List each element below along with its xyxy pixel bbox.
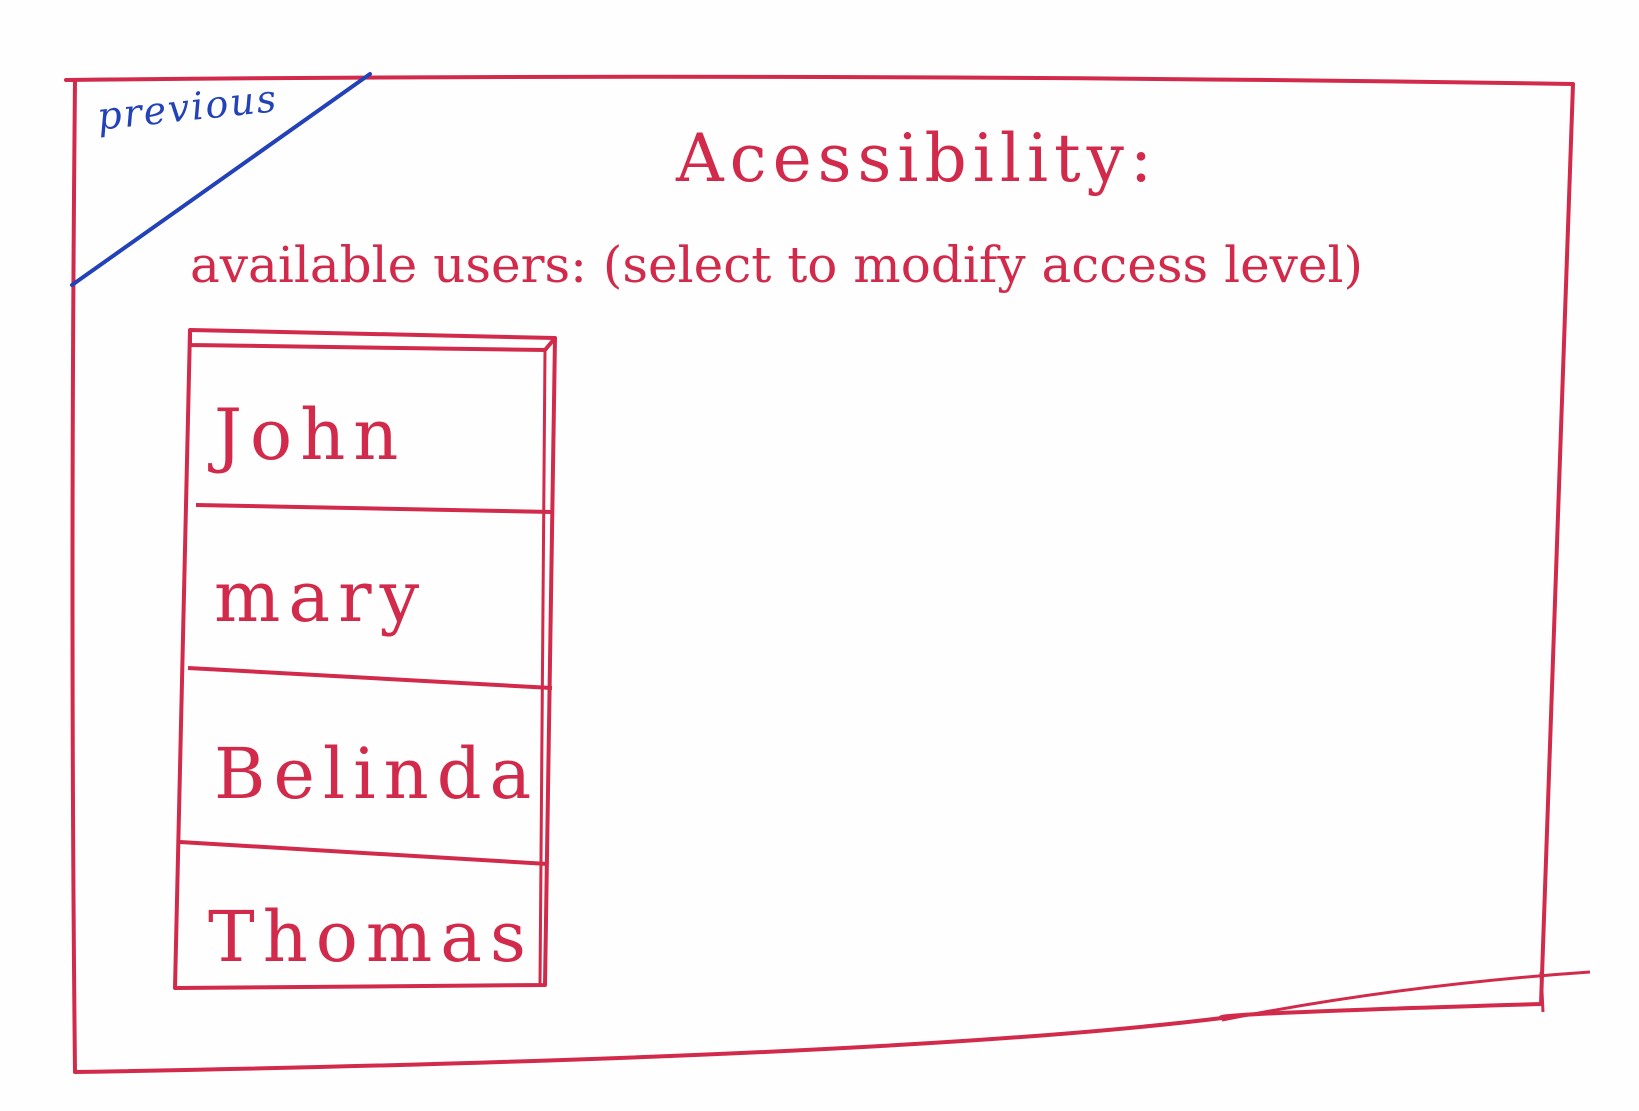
user-item-belinda[interactable]: Belinda: [178, 683, 543, 853]
available-users-list: John mary Belinda Thomas: [178, 338, 543, 988]
user-name: mary: [214, 556, 428, 638]
user-item-mary[interactable]: mary: [178, 516, 543, 686]
list-instructions: available users: (select to modify acces…: [190, 236, 1363, 294]
user-item-john[interactable]: John: [178, 350, 543, 520]
wireframe-page: previous Acessibility: available users: …: [0, 0, 1639, 1111]
user-item-thomas[interactable]: Thomas: [178, 858, 543, 1028]
user-name: John: [214, 394, 407, 476]
page-title: Acessibility:: [676, 120, 1159, 197]
user-name: Thomas: [208, 896, 534, 978]
user-name: Belinda: [214, 733, 540, 815]
